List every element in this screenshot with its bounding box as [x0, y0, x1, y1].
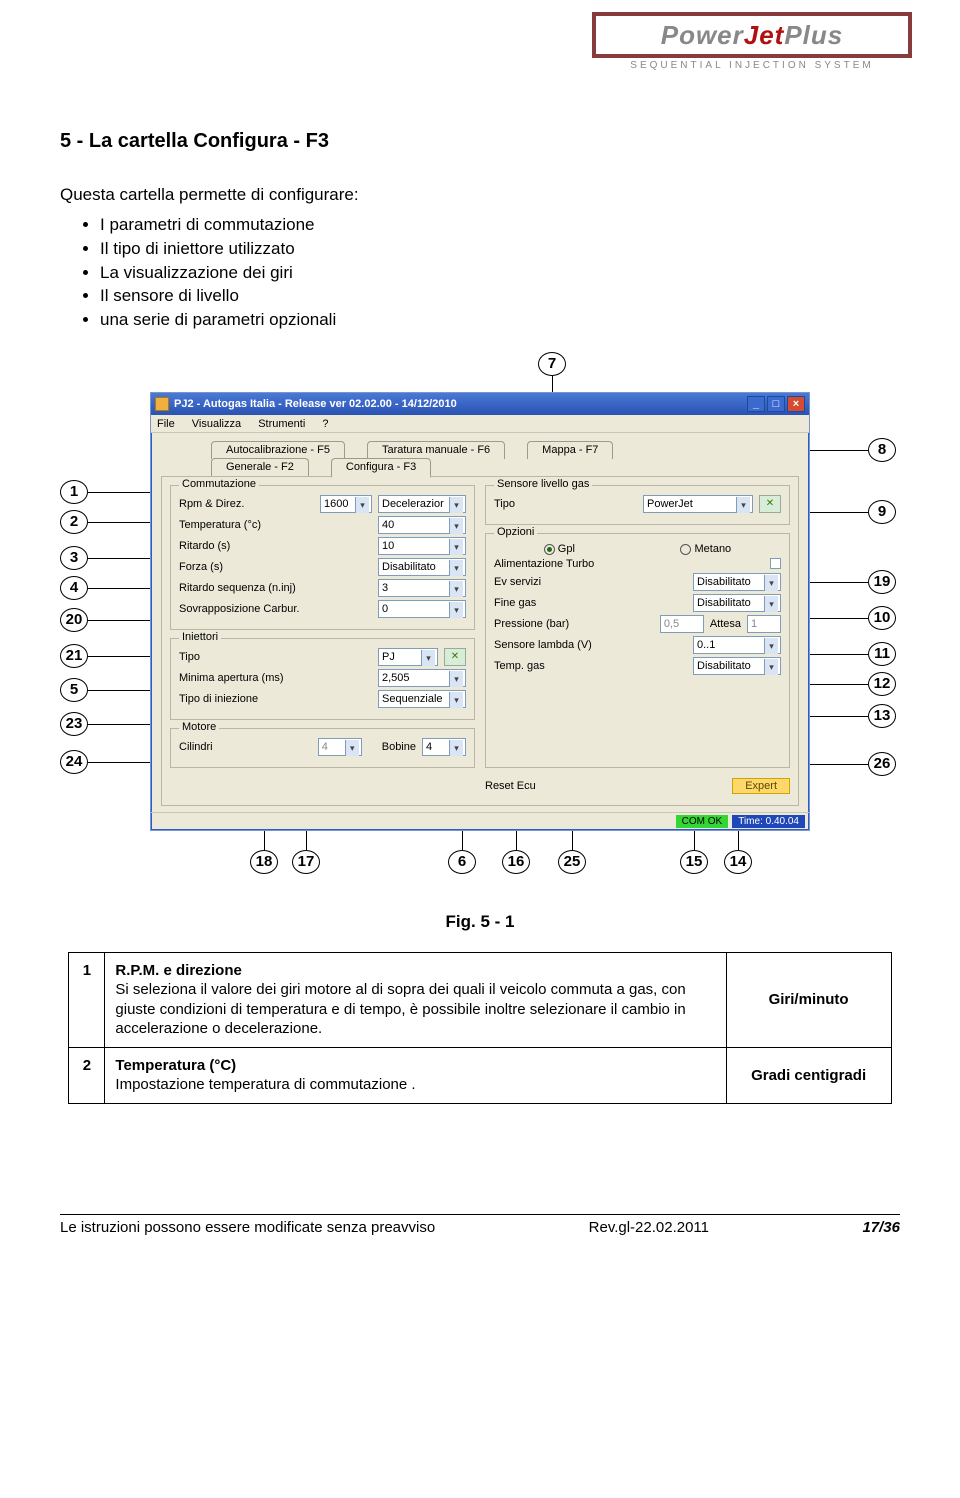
- tab-taratura[interactable]: Taratura manuale - F6: [367, 441, 505, 459]
- callout-7: 7: [538, 352, 566, 376]
- callout-14: 14: [724, 850, 752, 874]
- callout-15: 15: [680, 850, 708, 874]
- callout-5: 5: [60, 678, 88, 702]
- callout-16: 16: [502, 850, 530, 874]
- inj-minap[interactable]: 2,505: [378, 669, 466, 687]
- sensor-config-icon[interactable]: ✕: [759, 495, 781, 513]
- intro-list: I parametri di commutazione Il tipo di i…: [100, 213, 900, 332]
- callout-3: 3: [60, 546, 88, 570]
- rpm-mode[interactable]: Decelerazior: [378, 495, 466, 513]
- ritardo-value[interactable]: 10: [378, 537, 466, 555]
- callout-11: 11: [868, 642, 896, 666]
- callout-10: 10: [868, 606, 896, 630]
- group-opzioni: Opzioni Gpl Metano Alimentazione Turbo E…: [485, 533, 790, 768]
- statusbar: COM OK Time: 0.40.04: [151, 812, 809, 830]
- app-icon: [155, 397, 169, 411]
- time-status: Time: 0.40.04: [732, 815, 805, 828]
- figure-caption: Fig. 5 - 1: [60, 912, 900, 932]
- callout-6: 6: [448, 850, 476, 874]
- titlebar[interactable]: PJ2 - Autogas Italia - Release ver 02.02…: [151, 393, 809, 415]
- inj-mode[interactable]: Sequenziale: [378, 690, 466, 708]
- callout-26: 26: [868, 752, 896, 776]
- sovrap-value[interactable]: 0: [378, 600, 466, 618]
- maximize-button[interactable]: □: [767, 396, 785, 412]
- tab-mappa[interactable]: Mappa - F7: [527, 441, 613, 459]
- turbo-checkbox[interactable]: [770, 558, 781, 569]
- ritseq-value[interactable]: 3: [378, 579, 466, 597]
- lambda-value[interactable]: 0..1: [693, 636, 781, 654]
- section-heading: 5 - La cartella Configura - F3: [60, 128, 900, 154]
- callout-1: 1: [60, 480, 88, 504]
- callout-12: 12: [868, 672, 896, 696]
- sensor-tipo[interactable]: PowerJet: [643, 495, 753, 513]
- description-table: 1 R.P.M. e direzione Si seleziona il val…: [68, 952, 891, 1104]
- cilindri-value[interactable]: 4: [318, 738, 362, 756]
- callout-9: 9: [868, 500, 896, 524]
- tab-generale[interactable]: Generale - F2: [211, 458, 309, 476]
- fine-value[interactable]: Disabilitato: [693, 594, 781, 612]
- ev-value[interactable]: Disabilitato: [693, 573, 781, 591]
- page-footer: Le istruzioni possono essere modificate …: [60, 1214, 900, 1236]
- rpm-value[interactable]: 1600: [320, 495, 372, 513]
- callout-24: 24: [60, 750, 88, 774]
- group-motore: Motore Cilindri4 Bobine4: [170, 728, 475, 768]
- callout-13: 13: [868, 704, 896, 728]
- rpm-label: Rpm & Direz.: [179, 498, 314, 510]
- minimize-button[interactable]: _: [747, 396, 765, 412]
- temp-value[interactable]: 40: [378, 516, 466, 534]
- callout-20: 20: [60, 608, 88, 632]
- brand-tagline: SEQUENTIAL INJECTION SYSTEM: [592, 60, 912, 72]
- annotated-screenshot: 7 1 2 3 4 20 21 5 23 24 8 9 19 10 11 12 …: [60, 352, 900, 892]
- callout-21: 21: [60, 644, 88, 668]
- app-window: PJ2 - Autogas Italia - Release ver 02.02…: [150, 392, 810, 831]
- table-row: 2 Temperatura (°C) Impostazione temperat…: [69, 1047, 891, 1103]
- tab-autocalib[interactable]: Autocalibrazione - F5: [211, 441, 345, 459]
- group-iniettori: Iniettori TipoPJ✕ Minima apertura (ms)2,…: [170, 638, 475, 720]
- window-title: PJ2 - Autogas Italia - Release ver 02.02…: [174, 397, 457, 411]
- callout-2: 2: [60, 510, 88, 534]
- bobine-value[interactable]: 4: [422, 738, 466, 756]
- forza-value[interactable]: Disabilitato: [378, 558, 466, 576]
- brand-logo: PowerJetPlus SEQUENTIAL INJECTION SYSTEM: [592, 12, 912, 72]
- radio-metano[interactable]: Metano: [680, 543, 731, 555]
- com-status: COM OK: [676, 815, 729, 828]
- callout-18: 18: [250, 850, 278, 874]
- press-value[interactable]: 0,5: [660, 615, 704, 633]
- close-button[interactable]: ×: [787, 396, 805, 412]
- callout-17: 17: [292, 850, 320, 874]
- tab-configura[interactable]: Configura - F3: [331, 458, 431, 478]
- group-commutazione: Commutazione Rpm & Direz. 1600 Deceleraz…: [170, 485, 475, 630]
- inj-tipo[interactable]: PJ: [378, 648, 438, 666]
- callout-25: 25: [558, 850, 586, 874]
- attesa-value[interactable]: 1: [747, 615, 781, 633]
- callout-8: 8: [868, 438, 896, 462]
- tgas-value[interactable]: Disabilitato: [693, 657, 781, 675]
- group-sensore: Sensore livello gas TipoPowerJet✕: [485, 485, 790, 525]
- callout-23: 23: [60, 712, 88, 736]
- table-row: 1 R.P.M. e direzione Si seleziona il val…: [69, 952, 891, 1047]
- inj-config-icon[interactable]: ✕: [444, 648, 466, 666]
- menubar[interactable]: File Visualizza Strumenti ?: [151, 415, 809, 433]
- reset-label: Reset Ecu: [485, 780, 726, 792]
- expert-button[interactable]: Expert: [732, 778, 790, 794]
- callout-19: 19: [868, 570, 896, 594]
- radio-gpl[interactable]: Gpl: [544, 543, 575, 555]
- callout-4: 4: [60, 576, 88, 600]
- intro-text: Questa cartella permette di configurare:: [60, 184, 900, 207]
